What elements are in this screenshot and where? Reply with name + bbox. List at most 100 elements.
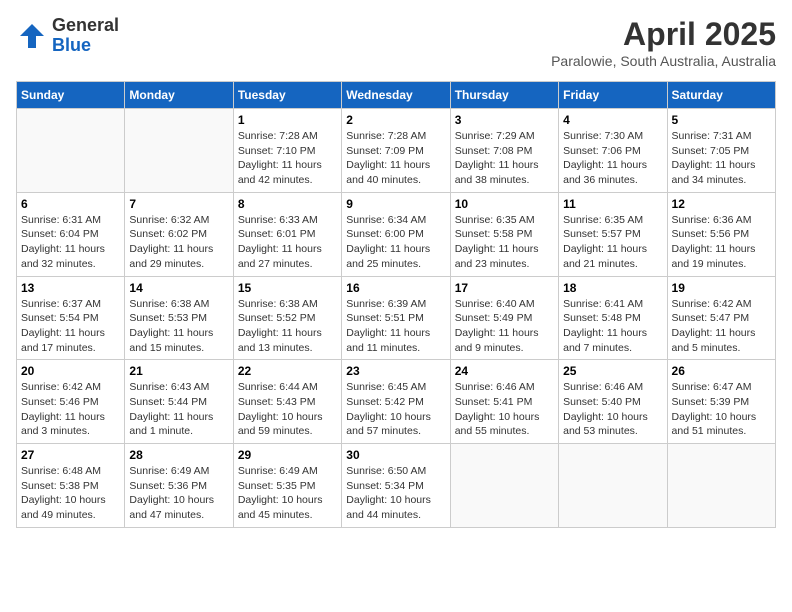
page-header: General Blue April 2025 Paralowie, South… <box>16 16 776 69</box>
day-number: 13 <box>21 281 120 295</box>
calendar-cell: 7 Sunrise: 6:32 AMSunset: 6:02 PMDaylight… <box>125 192 233 276</box>
calendar-week-row: 6Sunrise: 6:31 AMSunset: 6:04 PMDaylight… <box>17 192 776 276</box>
day-number: 25 <box>563 364 662 378</box>
day-number: 14 <box>129 281 228 295</box>
day-info: Sunrise: 6:49 AMSunset: 5:35 PMDaylight:… <box>238 464 337 523</box>
calendar-cell: 26Sunrise: 6:47 AMSunset: 5:39 PMDayligh… <box>667 360 775 444</box>
day-info: Sunrise: 7:31 AMSunset: 7:05 PMDaylight:… <box>672 129 771 188</box>
day-number: 29 <box>238 448 337 462</box>
day-info: Sunrise: 6:42 AMSunset: 5:46 PMDaylight:… <box>21 380 120 439</box>
calendar-cell: 2 Sunrise: 7:28 AMSunset: 7:09 PMDaylight… <box>342 109 450 193</box>
calendar-week-row: 1 Sunrise: 7:28 AMSunset: 7:10 PMDaylight… <box>17 109 776 193</box>
day-info: Sunrise: 6:48 AMSunset: 5:38 PMDaylight:… <box>21 464 120 523</box>
day-number: 9 <box>346 197 445 211</box>
day-number: 4 <box>563 113 662 127</box>
calendar-cell: 4Sunrise: 7:30 AMSunset: 7:06 PMDaylight… <box>559 109 667 193</box>
calendar-cell <box>17 109 125 193</box>
day-info: Sunrise: 6:50 AMSunset: 5:34 PMDaylight:… <box>346 464 445 523</box>
day-info: Sunrise: 6:40 AMSunset: 5:49 PMDaylight:… <box>455 297 554 356</box>
day-number: 21 <box>129 364 228 378</box>
day-info: Sunrise: 6:35 AMSunset: 5:57 PMDaylight:… <box>563 213 662 272</box>
day-header-sunday: Sunday <box>17 82 125 109</box>
calendar-cell: 13 Sunrise: 6:37 AMSunset: 5:54 PMDayligh… <box>17 276 125 360</box>
day-info: Sunrise: 6:47 AMSunset: 5:39 PMDaylight:… <box>672 380 771 439</box>
day-number: 18 <box>563 281 662 295</box>
day-info: Sunrise: 6:43 AMSunset: 5:44 PMDaylight:… <box>129 380 228 439</box>
calendar-cell: 3Sunrise: 7:29 AMSunset: 7:08 PMDaylight… <box>450 109 558 193</box>
day-number: 1 <box>238 113 337 127</box>
calendar-cell <box>559 444 667 528</box>
logo: General Blue <box>16 16 119 56</box>
day-info: Sunrise: 7:28 AMSunset: 7:10 PMDaylight:… <box>238 129 337 188</box>
day-number: 2 <box>346 113 445 127</box>
logo-icon <box>16 20 48 52</box>
day-number: 28 <box>129 448 228 462</box>
day-number: 10 <box>455 197 554 211</box>
day-info: Sunrise: 6:41 AMSunset: 5:48 PMDaylight:… <box>563 297 662 356</box>
logo-text: General Blue <box>52 16 119 56</box>
day-info: Sunrise: 6:36 AMSunset: 5:56 PMDaylight:… <box>672 213 771 272</box>
calendar-cell: 22 Sunrise: 6:44 AMSunset: 5:43 PMDayligh… <box>233 360 341 444</box>
calendar-cell: 24 Sunrise: 6:46 AMSunset: 5:41 PMDayligh… <box>450 360 558 444</box>
day-info: Sunrise: 6:35 AMSunset: 5:58 PMDaylight:… <box>455 213 554 272</box>
calendar-week-row: 13 Sunrise: 6:37 AMSunset: 5:54 PMDayligh… <box>17 276 776 360</box>
day-header-wednesday: Wednesday <box>342 82 450 109</box>
month-title: April 2025 <box>551 16 776 53</box>
calendar-cell: 10 Sunrise: 6:35 AMSunset: 5:58 PMDayligh… <box>450 192 558 276</box>
logo-general: General <box>52 16 119 36</box>
day-number: 6 <box>21 197 120 211</box>
day-info: Sunrise: 6:45 AMSunset: 5:42 PMDaylight:… <box>346 380 445 439</box>
calendar-cell: 18 Sunrise: 6:41 AMSunset: 5:48 PMDayligh… <box>559 276 667 360</box>
day-number: 23 <box>346 364 445 378</box>
day-info: Sunrise: 6:46 AMSunset: 5:41 PMDaylight:… <box>455 380 554 439</box>
day-number: 24 <box>455 364 554 378</box>
calendar-cell: 16Sunrise: 6:39 AMSunset: 5:51 PMDayligh… <box>342 276 450 360</box>
day-number: 5 <box>672 113 771 127</box>
day-info: Sunrise: 7:28 AMSunset: 7:09 PMDaylight:… <box>346 129 445 188</box>
logo-blue: Blue <box>52 36 119 56</box>
day-info: Sunrise: 6:32 AMSunset: 6:02 PMDaylight:… <box>129 213 228 272</box>
title-block: April 2025 Paralowie, South Australia, A… <box>551 16 776 69</box>
calendar-cell: 8Sunrise: 6:33 AMSunset: 6:01 PMDaylight… <box>233 192 341 276</box>
calendar-cell: 12Sunrise: 6:36 AMSunset: 5:56 PMDayligh… <box>667 192 775 276</box>
calendar-cell: 21 Sunrise: 6:43 AMSunset: 5:44 PMDayligh… <box>125 360 233 444</box>
calendar-table: SundayMondayTuesdayWednesdayThursdayFrid… <box>16 81 776 528</box>
location-text: Paralowie, South Australia, Australia <box>551 53 776 69</box>
calendar-cell: 14 Sunrise: 6:38 AMSunset: 5:53 PMDayligh… <box>125 276 233 360</box>
day-number: 7 <box>129 197 228 211</box>
day-number: 27 <box>21 448 120 462</box>
day-info: Sunrise: 6:49 AMSunset: 5:36 PMDaylight:… <box>129 464 228 523</box>
calendar-cell: 23 Sunrise: 6:45 AMSunset: 5:42 PMDayligh… <box>342 360 450 444</box>
calendar-cell <box>667 444 775 528</box>
calendar-cell: 6Sunrise: 6:31 AMSunset: 6:04 PMDaylight… <box>17 192 125 276</box>
calendar-cell: 5 Sunrise: 7:31 AMSunset: 7:05 PMDaylight… <box>667 109 775 193</box>
day-info: Sunrise: 6:38 AMSunset: 5:53 PMDaylight:… <box>129 297 228 356</box>
calendar-cell: 11 Sunrise: 6:35 AMSunset: 5:57 PMDayligh… <box>559 192 667 276</box>
calendar-cell: 27 Sunrise: 6:48 AMSunset: 5:38 PMDayligh… <box>17 444 125 528</box>
day-number: 22 <box>238 364 337 378</box>
day-number: 30 <box>346 448 445 462</box>
day-number: 11 <box>563 197 662 211</box>
day-number: 3 <box>455 113 554 127</box>
day-info: Sunrise: 6:44 AMSunset: 5:43 PMDaylight:… <box>238 380 337 439</box>
calendar-week-row: 20Sunrise: 6:42 AMSunset: 5:46 PMDayligh… <box>17 360 776 444</box>
day-header-monday: Monday <box>125 82 233 109</box>
calendar-header-row: SundayMondayTuesdayWednesdayThursdayFrid… <box>17 82 776 109</box>
calendar-cell <box>125 109 233 193</box>
day-info: Sunrise: 6:37 AMSunset: 5:54 PMDaylight:… <box>21 297 120 356</box>
calendar-cell: 15Sunrise: 6:38 AMSunset: 5:52 PMDayligh… <box>233 276 341 360</box>
day-info: Sunrise: 6:33 AMSunset: 6:01 PMDaylight:… <box>238 213 337 272</box>
calendar-cell <box>450 444 558 528</box>
calendar-cell: 19Sunrise: 6:42 AMSunset: 5:47 PMDayligh… <box>667 276 775 360</box>
day-header-tuesday: Tuesday <box>233 82 341 109</box>
day-info: Sunrise: 6:38 AMSunset: 5:52 PMDaylight:… <box>238 297 337 356</box>
calendar-cell: 1 Sunrise: 7:28 AMSunset: 7:10 PMDaylight… <box>233 109 341 193</box>
calendar-cell: 17Sunrise: 6:40 AMSunset: 5:49 PMDayligh… <box>450 276 558 360</box>
calendar-week-row: 27 Sunrise: 6:48 AMSunset: 5:38 PMDayligh… <box>17 444 776 528</box>
day-info: Sunrise: 6:42 AMSunset: 5:47 PMDaylight:… <box>672 297 771 356</box>
day-info: Sunrise: 6:46 AMSunset: 5:40 PMDaylight:… <box>563 380 662 439</box>
calendar-cell: 9Sunrise: 6:34 AMSunset: 6:00 PMDaylight… <box>342 192 450 276</box>
calendar-cell: 29 Sunrise: 6:49 AMSunset: 5:35 PMDayligh… <box>233 444 341 528</box>
calendar-cell: 20Sunrise: 6:42 AMSunset: 5:46 PMDayligh… <box>17 360 125 444</box>
calendar-cell: 28 Sunrise: 6:49 AMSunset: 5:36 PMDayligh… <box>125 444 233 528</box>
